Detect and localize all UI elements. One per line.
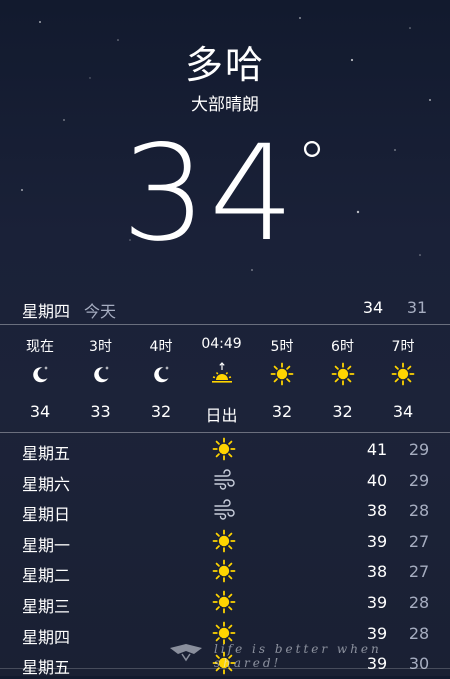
day-high: 39 [366,593,388,612]
hour-value: 32 [332,402,353,421]
hourly-forecast[interactable]: 现在 34 3时 33 4时 32 04:49 日出 5时 32 6时 32 7时 34 [0,326,450,432]
hour-label: 7时 [391,339,415,355]
hour-value: 33 [90,402,111,421]
hourly-item: 3时 33 [71,326,131,432]
today-day: 星期四 [22,302,71,321]
moon-icon [89,362,113,386]
bird-logo-icon [170,644,202,662]
day-high: 39 [366,531,388,551]
today-low: 31 [406,298,428,317]
day-low: 29 [408,470,430,490]
sun-icon [212,437,236,461]
sun-icon [331,362,355,386]
day-name: 星期三 [22,597,71,616]
day-low: 27 [408,531,430,551]
divider [0,324,450,325]
hour-value: 日出 [205,406,238,425]
day-high: 38 [366,562,388,582]
day-name: 星期二 [22,566,71,586]
moon-icon [149,362,173,386]
hour-label: 04:49 [201,336,242,352]
wind-icon [212,468,236,492]
sun-icon [391,362,415,386]
day-name: 星期六 [22,474,71,494]
today-label: 今天 [84,302,117,321]
current-temperature: 34° [0,128,450,260]
day-name: 星期一 [22,535,71,555]
hour-label: 5时 [270,339,294,355]
hourly-item: 6时 32 [313,326,373,432]
sun-icon [212,590,236,614]
hourly-item: 7时 34 [373,326,433,432]
day-low: 27 [408,562,430,582]
day-name: 星期日 [22,505,71,525]
hourly-item: 4时 32 [131,326,191,432]
daily-row: 星期五 41 29 [0,434,450,464]
watermark-text: life is better when shared! [214,642,382,670]
day-name: 星期四 [22,627,71,647]
divider [0,432,450,433]
temperature-value: 34 [121,117,297,271]
sunrise-icon [210,362,234,386]
day-low: 28 [408,501,430,521]
day-high: 41 [366,440,388,459]
day-high: 38 [366,501,388,521]
day-name: 星期五 [22,444,71,463]
condition-text: 大部晴朗 [191,95,259,115]
wind-icon [212,498,236,522]
city-name: 多哈 [184,43,265,87]
day-low: 28 [408,593,430,612]
day-low: 29 [408,440,430,459]
day-name: 星期五 [22,658,71,678]
hourly-item: 5时 32 [252,326,312,432]
daily-row: 星期一 39 27 [0,526,450,556]
hourly-item: 现在 34 [10,326,70,432]
daily-row: 星期六 40 29 [0,465,450,495]
hour-label: 6时 [331,339,354,355]
today-high: 34 [362,298,384,317]
hour-label: 现在 [26,339,54,355]
hour-value: 32 [150,402,172,421]
hour-value: 32 [271,402,293,421]
hour-value: 34 [392,402,414,421]
daily-row: 星期二 38 27 [0,556,450,586]
watermark: life is better when shared! [168,640,450,670]
sun-icon [212,529,236,553]
daily-row: 星期三 39 28 [0,587,450,617]
moon-icon [28,362,52,386]
hour-label: 3时 [89,339,112,355]
sun-icon [212,559,236,583]
hourly-item: 04:49 日出 [192,326,252,432]
day-high: 40 [366,470,388,490]
hour-label: 4时 [149,339,173,355]
hour-value: 34 [29,402,51,421]
today-row: 星期四 今天 34 31 [0,292,450,322]
daily-row: 星期日 38 28 [0,495,450,525]
sun-icon [270,362,294,386]
degree-symbol: ° [296,129,327,199]
